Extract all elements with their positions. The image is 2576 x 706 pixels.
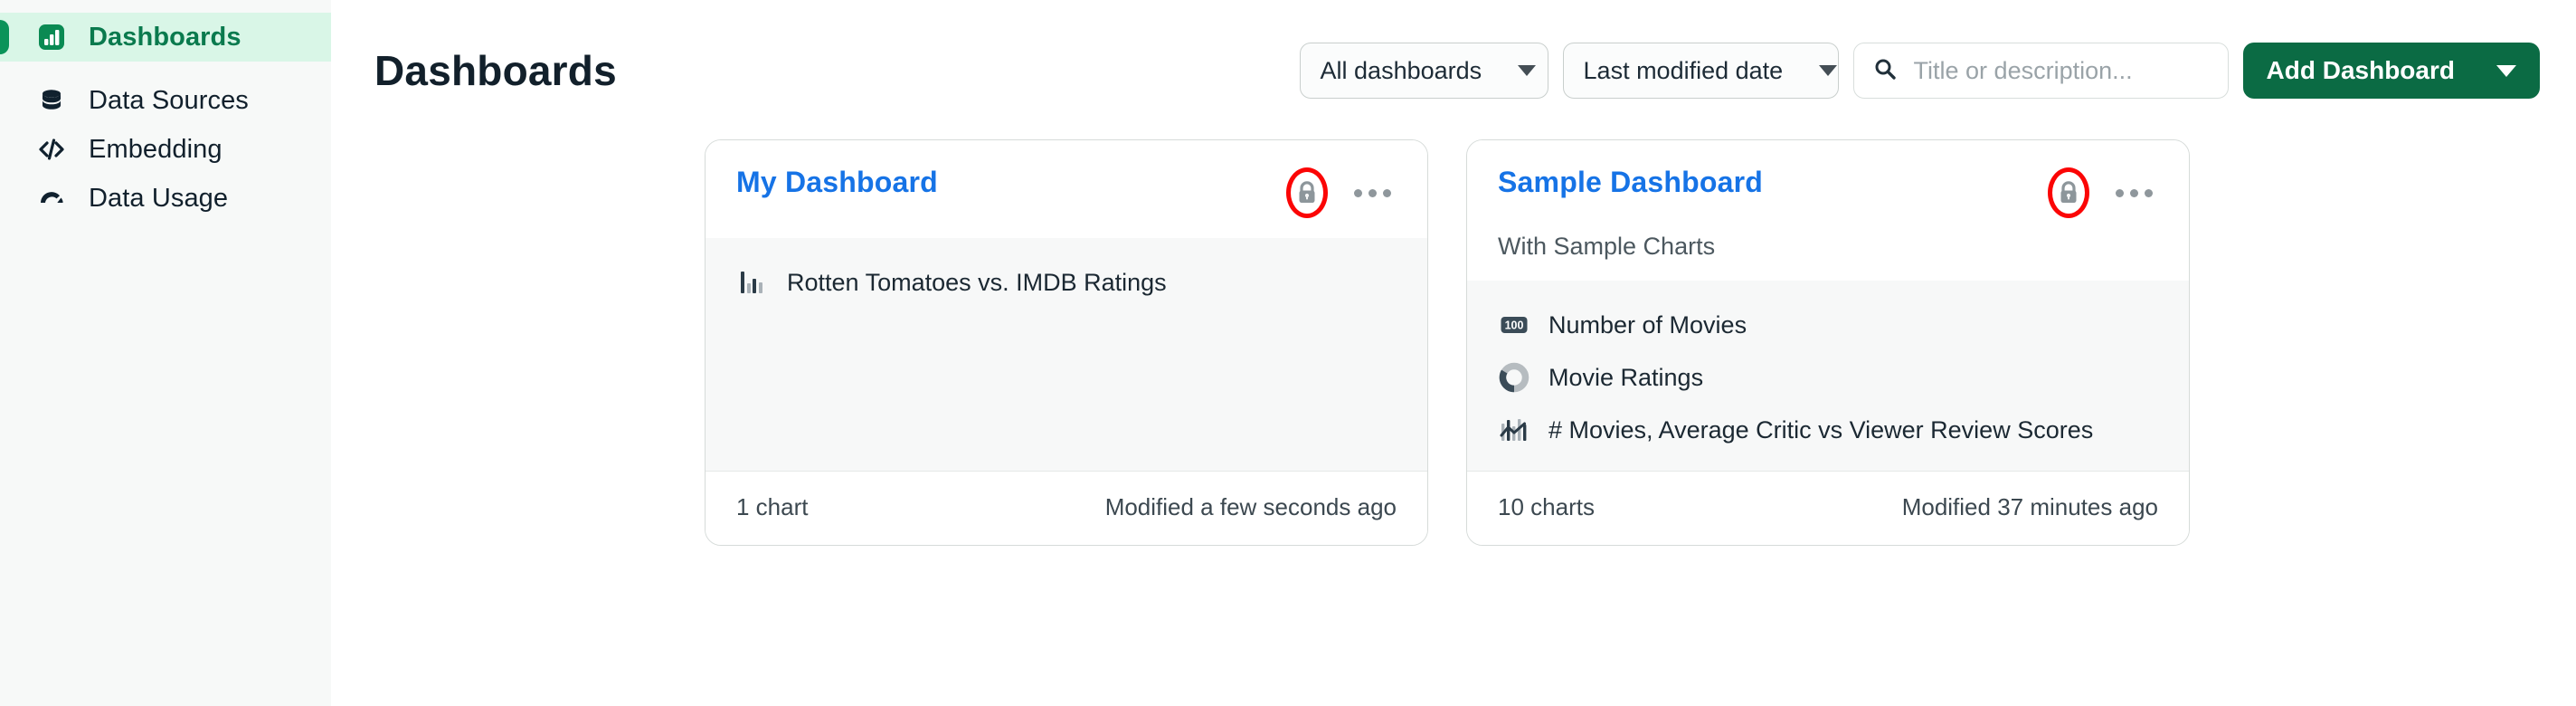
sidebar-item-label: Embedding	[89, 134, 223, 164]
dashboard-description: With Sample Charts	[1498, 233, 1716, 260]
card-chart-list: 100 Number of Movies Movie Ratings # Mov…	[1467, 281, 2189, 471]
sort-filter-select[interactable]: Last modified date	[1562, 43, 1839, 99]
app-root: Dashboards Data Sources Embedding Data U…	[0, 0, 2576, 706]
card-header-actions	[2043, 166, 2158, 218]
card-header: My Dashboard	[706, 140, 1427, 238]
chevron-down-icon	[1819, 65, 1838, 76]
sort-filter-value: Last modified date	[1583, 56, 1784, 84]
chevron-down-icon	[2496, 64, 2516, 77]
bar-chart-icon	[736, 266, 769, 299]
card-footer: 1 chart Modified a few seconds ago	[706, 471, 1427, 545]
sidebar-item-embedding[interactable]: Embedding	[0, 125, 331, 174]
card-header: Sample Dashboard With Sample Charts	[1467, 140, 2189, 281]
toolbar-controls: All dashboards Last modified date Title …	[1299, 43, 2540, 99]
chart-list-item[interactable]: Rotten Tomatoes vs. IMDB Ratings	[706, 256, 1427, 309]
dashboard-title-link[interactable]: Sample Dashboard	[1498, 166, 1763, 199]
chart-list-item-label: # Movies, Average Critic vs Viewer Revie…	[1548, 415, 2094, 444]
add-dashboard-label: Add Dashboard	[2266, 56, 2455, 84]
lock-icon[interactable]	[1282, 167, 1332, 218]
chart-list-item-label: Rotten Tomatoes vs. IMDB Ratings	[787, 268, 1167, 296]
number-badge-icon: 100	[1498, 309, 1530, 341]
card-chart-list: Rotten Tomatoes vs. IMDB Ratings	[706, 238, 1427, 471]
chevron-down-icon	[1518, 65, 1537, 76]
sidebar-item-dashboards[interactable]: Dashboards	[0, 13, 331, 62]
modified-time: Modified a few seconds ago	[1104, 493, 1397, 520]
svg-text:100: 100	[1505, 319, 1524, 331]
search-input[interactable]	[1913, 56, 2210, 85]
dashboard-title-link[interactable]: My Dashboard	[736, 166, 938, 199]
chart-count: 10 charts	[1498, 493, 1595, 520]
chart-list-item[interactable]: 100 Number of Movies	[1467, 299, 2189, 351]
bar-chart-icon	[36, 22, 67, 52]
dashboard-card[interactable]: My Dashboard Rotten Tomatoes vs. IMDB Ra…	[705, 139, 1428, 546]
add-dashboard-button[interactable]: Add Dashboard	[2242, 43, 2540, 99]
sidebar-item-data-usage[interactable]: Data Usage	[0, 174, 331, 223]
chart-list-item[interactable]: # Movies, Average Critic vs Viewer Revie…	[1467, 404, 2189, 456]
sidebar-item-label: Data Usage	[89, 183, 229, 213]
code-icon	[36, 134, 67, 165]
scope-filter-value: All dashboards	[1320, 56, 1482, 84]
dashboard-card[interactable]: Sample Dashboard With Sample Charts 100 …	[1466, 139, 2190, 546]
chart-count: 1 chart	[736, 493, 809, 520]
combo-chart-icon	[1498, 414, 1530, 446]
card-header-actions	[1282, 166, 1397, 218]
lock-icon[interactable]	[2043, 167, 2094, 218]
page-title: Dashboards	[374, 47, 617, 94]
main-content: Dashboards All dashboards Last modified …	[331, 0, 2576, 706]
chart-list-item[interactable]: Movie Ratings	[1467, 351, 2189, 404]
search-icon	[1872, 56, 1898, 86]
sidebar-item-data-sources[interactable]: Data Sources	[0, 76, 331, 125]
chart-list-item-label: Number of Movies	[1548, 310, 1747, 339]
modified-time: Modified 37 minutes ago	[1901, 493, 2158, 520]
search-field[interactable]	[1852, 43, 2229, 99]
scope-filter-select[interactable]: All dashboards	[1299, 43, 1548, 99]
donut-chart-icon	[1498, 361, 1530, 394]
sidebar: Dashboards Data Sources Embedding Data U…	[0, 0, 331, 706]
gauge-icon	[36, 183, 67, 214]
dashboard-card-grid: My Dashboard Rotten Tomatoes vs. IMDB Ra…	[374, 139, 2540, 546]
database-icon	[36, 85, 67, 116]
sidebar-item-label: Dashboards	[89, 22, 242, 52]
toolbar: Dashboards All dashboards Last modified …	[374, 0, 2540, 136]
sidebar-item-label: Data Sources	[89, 85, 249, 115]
ellipsis-icon[interactable]	[2110, 180, 2158, 206]
ellipsis-icon[interactable]	[1349, 180, 1397, 206]
chart-list-item-label: Movie Ratings	[1548, 363, 1704, 391]
card-footer: 10 charts Modified 37 minutes ago	[1467, 471, 2189, 545]
